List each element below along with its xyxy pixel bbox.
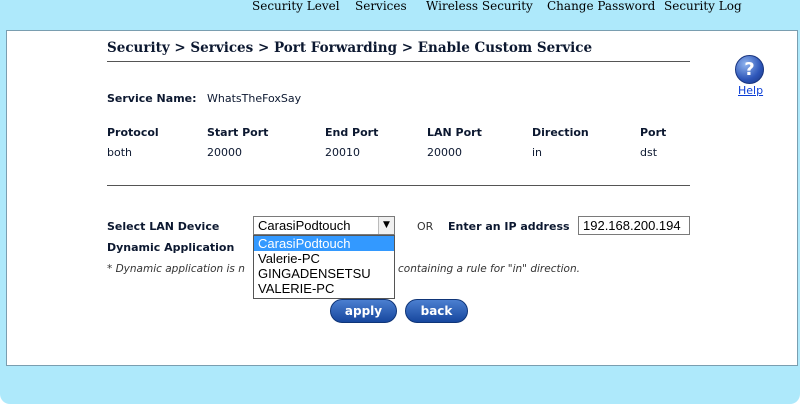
- col-protocol: Protocol: [107, 126, 159, 139]
- dropdown-option[interactable]: CarasiPodtouch: [254, 236, 394, 251]
- lan-device-dropdown-list: CarasiPodtouch Valerie-PC GINGADENSETSU …: [253, 235, 395, 299]
- col-end-port: End Port: [325, 126, 379, 139]
- cell-protocol: both: [107, 146, 132, 159]
- nav-security-log[interactable]: Security Log: [664, 0, 742, 13]
- cell-direction: in: [532, 146, 543, 159]
- col-direction: Direction: [532, 126, 589, 139]
- dynamic-note-right: containing a rule for "in" direction.: [398, 263, 580, 275]
- lan-device-selected: CarasiPodtouch: [258, 218, 351, 233]
- service-name-label: Service Name:: [107, 92, 197, 105]
- col-lan-port: LAN Port: [427, 126, 482, 139]
- service-name-value: WhatsTheFoxSay: [207, 92, 302, 105]
- ip-address-input[interactable]: [578, 216, 690, 235]
- nav-security-level[interactable]: Security Level: [252, 0, 340, 13]
- ip-address-label: Enter an IP address: [448, 220, 570, 233]
- help-link[interactable]: Help: [738, 84, 763, 97]
- nav-wireless-security[interactable]: Wireless Security: [426, 0, 533, 13]
- title-divider: [107, 61, 690, 62]
- content-panel: [6, 30, 798, 366]
- apply-button[interactable]: apply: [330, 299, 397, 323]
- dynamic-note-left: * Dynamic application is n: [107, 263, 245, 275]
- lan-device-select[interactable]: CarasiPodtouch ▼: [253, 216, 395, 235]
- nav-services[interactable]: Services: [355, 0, 407, 13]
- dropdown-option[interactable]: Valerie-PC: [254, 251, 394, 266]
- back-button[interactable]: back: [405, 299, 468, 323]
- cell-start-port: 20000: [207, 146, 242, 159]
- lan-device-label: Select LAN Device: [107, 220, 220, 233]
- col-start-port: Start Port: [207, 126, 269, 139]
- cell-lan-port: 20000: [427, 146, 462, 159]
- cell-port: dst: [640, 146, 658, 159]
- col-port: Port: [640, 126, 667, 139]
- help-icon[interactable]: ?: [735, 55, 764, 84]
- cell-end-port: 20010: [325, 146, 360, 159]
- dropdown-option[interactable]: VALERIE-PC: [254, 281, 394, 296]
- or-label: OR: [417, 220, 434, 233]
- page-title: Security > Services > Port Forwarding > …: [107, 40, 593, 56]
- nav-change-password[interactable]: Change Password: [547, 0, 655, 13]
- table-divider: [107, 185, 690, 186]
- dynamic-application-label: Dynamic Application: [107, 241, 235, 254]
- dropdown-option[interactable]: GINGADENSETSU: [254, 266, 394, 281]
- chevron-down-icon[interactable]: ▼: [378, 217, 394, 234]
- top-navigation: Security Level Services Wireless Securit…: [0, 0, 800, 15]
